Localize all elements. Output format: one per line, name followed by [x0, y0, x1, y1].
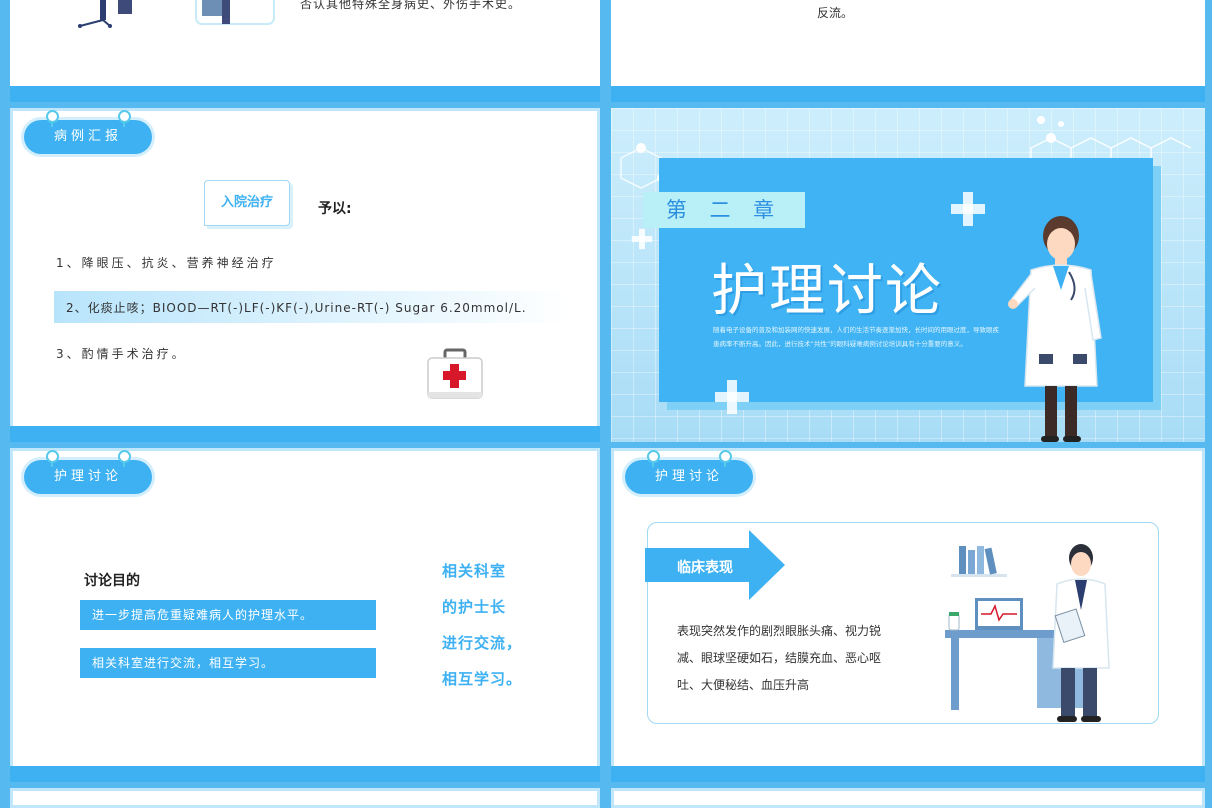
give-label: 予以: — [318, 201, 352, 217]
slide-bottom-band — [10, 86, 600, 102]
male-doctor-desk-illustration — [945, 544, 1110, 722]
pin-icon — [46, 110, 59, 127]
treatment-item-2: 2、化痰止咳；BIOOD—RT(-)LF(-)KF(-),Urine-RT(-)… — [66, 301, 527, 315]
admission-label: 入院治疗 — [220, 195, 273, 210]
pin-icon — [719, 450, 732, 467]
slide-tag: 护理讨论 — [625, 450, 753, 494]
side-line-1: 相关科室 — [442, 562, 507, 580]
chapter-title: 护理讨论 — [711, 259, 943, 324]
tag-label: 护理讨论 — [53, 469, 122, 484]
reflux-text: 反流。 — [817, 6, 854, 20]
treatment-item-3: 3、酌情手术治疗。 — [56, 347, 187, 361]
purpose-bar-1: 进一步提高危重疑难病人的护理水平。 — [80, 600, 376, 630]
slide-bottom-band — [611, 766, 1205, 782]
admission-box: 入院治疗 — [204, 180, 290, 226]
pin-icon — [118, 450, 131, 467]
slide-bottom-right — [611, 788, 1205, 808]
chapter-desc-line-2: 患病率不断升高。因此，进行技术“共性”的眼科疑难病例讨论培训具有十分重要的意义。 — [713, 340, 967, 348]
clinical-body-line-1: 表现突然发作的剧烈眼胀头痛、视力锐 — [677, 624, 882, 638]
history-text: 否认其他特殊全身病史、外伤手术史。 — [300, 0, 522, 11]
side-line-4: 相互学习。 — [442, 670, 523, 688]
pin-icon — [647, 450, 660, 467]
tag-label: 病例汇报 — [53, 129, 122, 144]
discussion-heading: 讨论目的 — [84, 573, 140, 589]
tag-label: 护理讨论 — [654, 469, 723, 484]
arrow-label: 临床表现 — [677, 560, 733, 576]
slide-chapter: 护理讨论 随着电子设备的普及和加装网的快速发展，人们的生活节奏逐渐加快，长时间的… — [611, 108, 1205, 442]
plus-icon — [631, 228, 653, 250]
plus-icon — [951, 192, 985, 226]
pin-icon — [46, 450, 59, 467]
clinical-body-line-2: 减、眼球坚硬如石，结膜充血、恶心呕 — [677, 651, 882, 665]
slide-case-report: 病例汇报 入院治疗 予以: 1、降眼压、抗炎、营养神经治疗 2、化痰止咳；BIO… — [10, 108, 600, 442]
plus-icon — [715, 380, 749, 414]
doctor-illustration — [78, 0, 275, 28]
chapter-desc-line-1: 随着电子设备的普及和加装网的快速发展，人们的生活节奏逐渐加快，长时间的用眼过度，… — [713, 326, 999, 334]
chapter-label: 第 二 章 — [643, 192, 805, 228]
purpose-bar-2: 相关科室进行交流，相互学习。 — [80, 648, 376, 678]
treatment-item-1: 1、降眼压、抗炎、营养神经治疗 — [56, 256, 277, 270]
slide-discussion-purpose: 护理讨论 讨论目的 进一步提高危重疑难病人的护理水平。 相关科室进行交流，相互学… — [10, 448, 600, 782]
slide-bottom-band — [10, 426, 600, 442]
female-doctor-illustration — [1008, 216, 1102, 442]
first-aid-kit-icon — [427, 348, 483, 399]
side-line-3: 进行交流， — [442, 634, 523, 652]
slide-top-right: 反流。 — [611, 0, 1205, 102]
pin-icon — [118, 110, 131, 127]
slide-bottom-band — [611, 86, 1205, 102]
slide-top-left: 否认其他特殊全身病史、外伤手术史。 — [10, 0, 600, 102]
slide-bottom-band — [10, 766, 600, 782]
slide-tag: 病例汇报 — [24, 110, 152, 154]
side-line-2: 的护士长 — [442, 598, 507, 616]
slide-clinical: 护理讨论 临床表现 表现突然发作的剧烈眼胀头痛、视力锐 减、眼球坚硬如石，结膜充… — [611, 448, 1205, 782]
clinical-body-line-3: 吐、大便秘结、血压升高 — [677, 678, 810, 692]
slide-bottom-left — [10, 788, 600, 808]
slide-tag: 护理讨论 — [24, 450, 152, 494]
